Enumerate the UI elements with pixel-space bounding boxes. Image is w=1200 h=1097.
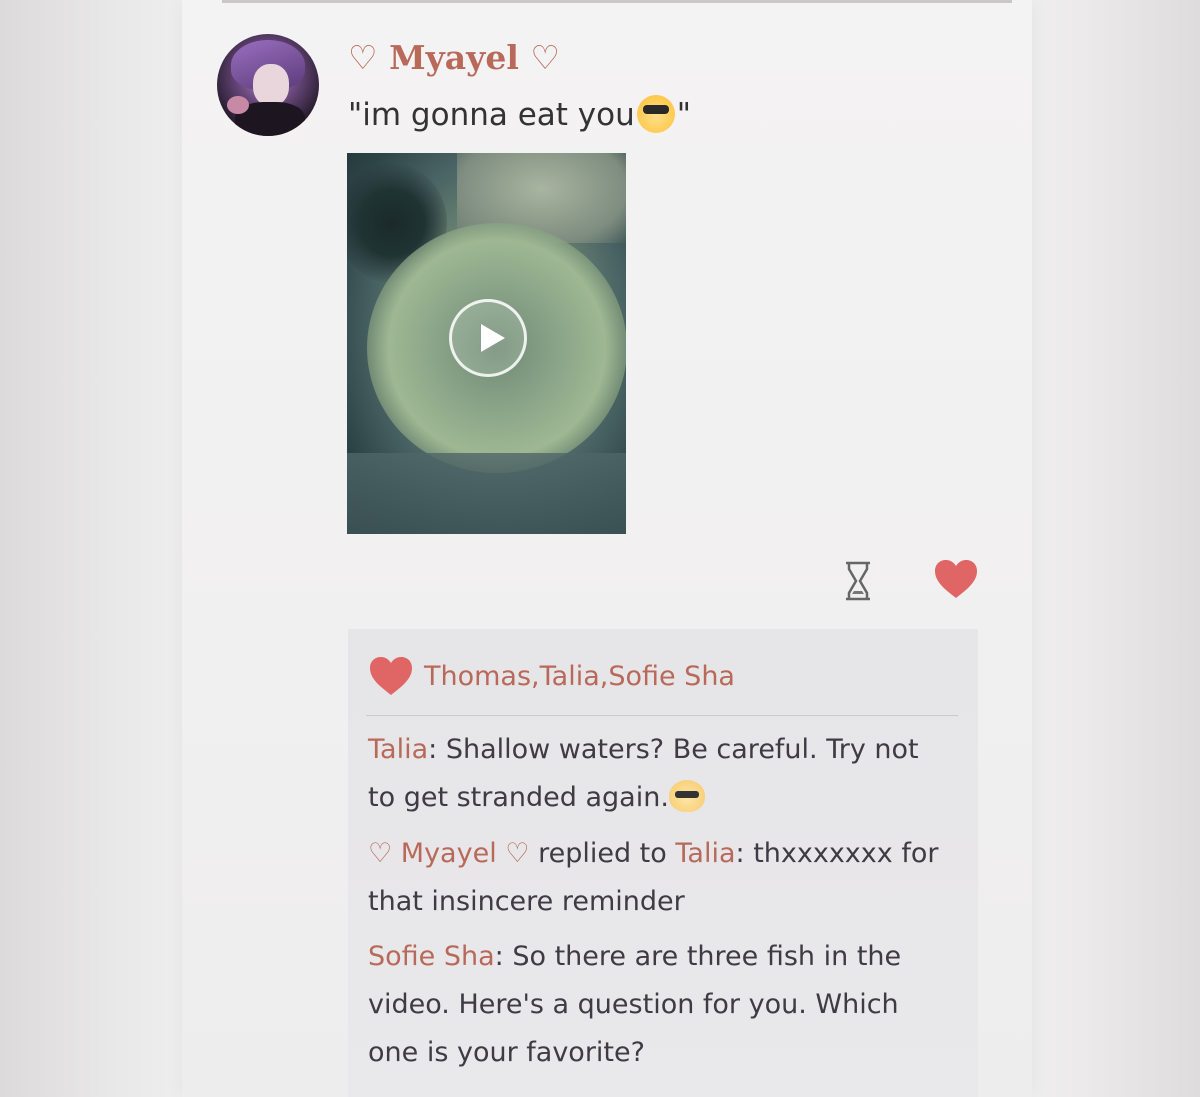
reply-to-name[interactable]: Talia [675, 838, 735, 869]
sunglasses-emoji-icon [636, 95, 675, 133]
avatar-rose [227, 96, 249, 114]
cool-cat-emoji-icon [668, 780, 705, 812]
comment-separator: : [494, 941, 513, 972]
comment-item[interactable]: Sofie Sha: So there are three fish in th… [368, 933, 948, 1077]
heart-outline-icon: ♡ [530, 38, 560, 77]
top-divider [222, 0, 1012, 3]
rock [347, 453, 626, 534]
heart-outline-icon: ♡ [348, 38, 378, 77]
replied-label: replied to [529, 838, 676, 869]
comment-text: Shallow waters? Be careful. Try not to g… [368, 734, 919, 813]
comment-author[interactable]: Talia [368, 734, 428, 765]
username-text: Myayel [389, 38, 519, 77]
hourglass-icon[interactable] [843, 561, 873, 601]
post-text-suffix: " [676, 97, 692, 133]
likes-names[interactable]: Thomas,Talia,Sofie Sha [424, 657, 735, 697]
comment-author[interactable]: ♡ Myayel ♡ [368, 838, 530, 869]
background-left [0, 0, 185, 1097]
heart-icon [370, 657, 412, 695]
video-thumbnail[interactable] [347, 153, 626, 534]
heart-icon[interactable] [933, 558, 979, 600]
avatar[interactable] [217, 34, 319, 136]
comment-separator: : [428, 734, 446, 765]
avatar-face [253, 64, 289, 106]
post-text: "im gonna eat you " [348, 94, 691, 136]
play-icon[interactable] [449, 299, 527, 377]
post-username[interactable]: ♡ Myayel ♡ [348, 36, 560, 80]
comment-item[interactable]: Talia: Shallow waters? Be careful. Try n… [368, 726, 948, 822]
comment-item[interactable]: ♡ Myayel ♡ replied to Talia: thxxxxxxx f… [368, 830, 948, 926]
comment-separator: : [735, 838, 754, 869]
comments-divider [366, 715, 958, 716]
comments-section: Thomas,Talia,Sofie Sha Talia: Shallow wa… [348, 629, 978, 1097]
background-right [1030, 0, 1200, 1097]
post-text-prefix: "im gonna eat you [348, 97, 635, 133]
comment-author[interactable]: Sofie Sha [368, 941, 495, 972]
